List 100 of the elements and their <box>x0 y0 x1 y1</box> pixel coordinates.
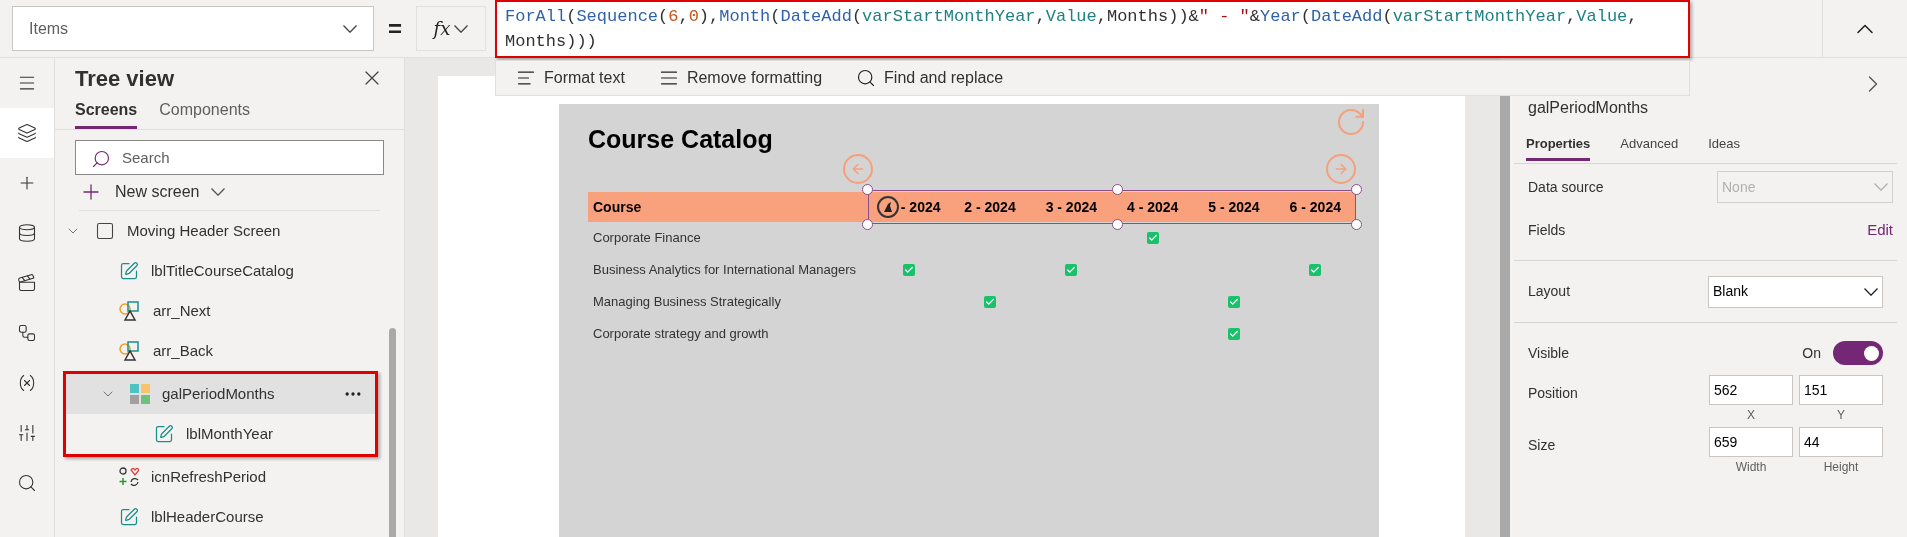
field-caption: X <box>1747 407 1755 424</box>
toolbar-button[interactable]: Format text <box>516 66 625 90</box>
property-label: Size <box>1528 436 1556 455</box>
panel-title: Tree view <box>75 64 175 93</box>
chevron-down-icon <box>454 24 469 33</box>
checkbox[interactable] <box>1146 231 1159 244</box>
visible-toggle[interactable] <box>1833 341 1883 365</box>
toggle-state: On <box>1802 343 1821 363</box>
fx-button[interactable]: fx <box>416 6 486 51</box>
resize-handle[interactable] <box>1351 184 1362 195</box>
scrollbar[interactable] <box>1500 96 1510 537</box>
month-label: 6 - 2024 <box>1289 197 1341 217</box>
number-field[interactable]: 44 <box>1799 427 1883 457</box>
formula-editor[interactable]: ForAll(Sequence(6,0),Month(DateAdd(varStartMonthYear,Value,Months))&" - "&Year(DateAdd(varStartMonthYear,Value, Months))) <box>495 0 1690 58</box>
tree-item[interactable]: galPeriodMonths <box>66 374 375 414</box>
tree-item[interactable]: lblTitleCourseCatalog <box>55 251 382 291</box>
search-icon <box>17 473 37 493</box>
selection-frame[interactable] <box>868 190 1356 224</box>
toolbar-button[interactable]: Find and replace <box>856 66 1004 90</box>
equals-sign: = <box>388 13 402 44</box>
property-label: Data source <box>1528 177 1604 197</box>
search-icon <box>856 68 877 88</box>
field-caption: Y <box>1837 407 1845 424</box>
checkbox[interactable] <box>1309 263 1322 276</box>
tree-item-label: Moving Header Screen <box>127 220 281 241</box>
tree-item-label: lblHeaderCourse <box>151 506 264 527</box>
chevron-down-icon <box>1864 287 1878 296</box>
header-label: Course <box>592 197 643 217</box>
new-screen-button[interactable]: New screen <box>79 174 380 211</box>
chevron-down-icon <box>211 188 226 197</box>
tab[interactable]: Ideas <box>1708 134 1740 161</box>
tab[interactable]: Screens <box>75 98 138 129</box>
checkbox[interactable] <box>1227 295 1240 308</box>
number-field[interactable]: 151 <box>1799 375 1883 405</box>
checkbox[interactable] <box>1065 263 1078 276</box>
chevron-down-icon <box>1874 183 1888 191</box>
control-name: galPeriodMonths <box>1527 98 1650 118</box>
variable-icon <box>17 373 37 393</box>
media-icon <box>17 273 37 293</box>
flow-icon <box>17 323 37 343</box>
tab[interactable]: Advanced <box>1620 134 1679 161</box>
edit-link[interactable]: Edit <box>1867 218 1893 242</box>
tree-item-label: arr_Back <box>153 340 214 361</box>
checkbox[interactable] <box>1227 327 1240 340</box>
field-caption: Height <box>1823 459 1859 476</box>
number-field[interactable]: 562 <box>1709 375 1793 405</box>
course-name: Corporate strategy and growth <box>592 324 770 343</box>
shapes-icon <box>119 301 141 321</box>
formula-text: ForAll(Sequence(6,0),Month(DateAdd(varStartMonthYear,Value,Months))&" - "&Year(DateAdd(varStartMonthYear,Value, Months))) <box>505 6 1639 53</box>
tools-icon <box>17 423 37 443</box>
tab[interactable]: Properties <box>1526 134 1591 161</box>
property-label: Fields <box>1528 220 1566 240</box>
tree-item[interactable]: arr_Next <box>55 291 382 331</box>
resize-handle[interactable] <box>1351 219 1362 230</box>
tree-item-label: lblTitleCourseCatalog <box>151 260 294 281</box>
resize-handle[interactable] <box>1112 219 1123 230</box>
month-label: - 2024 <box>900 197 941 217</box>
course-name: Business Analytics for International Managers <box>592 260 858 279</box>
checkbox[interactable] <box>984 295 996 308</box>
tree-item[interactable]: Moving Header Screen <box>55 211 382 251</box>
pencil-square-icon <box>119 507 139 527</box>
property-label: Layout <box>1528 282 1571 301</box>
property-label: Position <box>1528 384 1578 403</box>
month-label: 5 - 2024 <box>1208 197 1260 217</box>
app-title: Course Catalog <box>588 123 773 155</box>
tree-item-label: galPeriodMonths <box>162 383 275 404</box>
checkbox[interactable] <box>902 263 915 276</box>
layout-dropdown[interactable]: Blank <box>1708 275 1883 308</box>
shapes-icon <box>119 341 141 361</box>
month-label: 3 - 2024 <box>1045 197 1097 217</box>
chevron-down-icon <box>343 24 357 33</box>
arrow-right-icon <box>1333 161 1349 177</box>
course-name: Managing Business Strategically <box>592 292 782 311</box>
number-field[interactable]: 659 <box>1709 427 1793 457</box>
toolbar-button[interactable]: Remove formatting <box>658 66 823 90</box>
tab[interactable]: Components <box>159 98 250 129</box>
search-icon <box>91 149 111 169</box>
resize-handle[interactable] <box>1112 184 1123 195</box>
month-label: 2 - 2024 <box>964 197 1016 217</box>
search-field[interactable]: Search <box>75 140 384 175</box>
layers-icon <box>17 123 37 143</box>
scrollbar[interactable] <box>389 328 396 537</box>
field-caption: Width <box>1735 459 1767 476</box>
tree-item[interactable]: icnRefreshPeriod <box>55 457 382 497</box>
tree-item[interactable]: lblHeaderCourse <box>55 497 382 537</box>
resize-handle[interactable] <box>862 184 873 195</box>
property-dropdown[interactable]: Items <box>12 6 374 51</box>
tree-item[interactable]: lblMonthYear <box>66 414 375 454</box>
database-icon <box>17 223 37 243</box>
tree-item[interactable]: arr_Back <box>55 331 382 371</box>
rail-button[interactable] <box>0 108 54 158</box>
pencil-square-icon <box>119 261 139 281</box>
icons-set-icon <box>119 467 139 487</box>
tree-item-label: lblMonthYear <box>186 423 273 444</box>
property-label: Visible <box>1528 343 1569 363</box>
month-label: 4 - 2024 <box>1126 197 1179 217</box>
tree-item-label: arr_Next <box>153 300 211 321</box>
gallery-icon <box>130 384 150 404</box>
resize-handle[interactable] <box>862 219 873 230</box>
course-name: Corporate Finance <box>592 228 702 247</box>
